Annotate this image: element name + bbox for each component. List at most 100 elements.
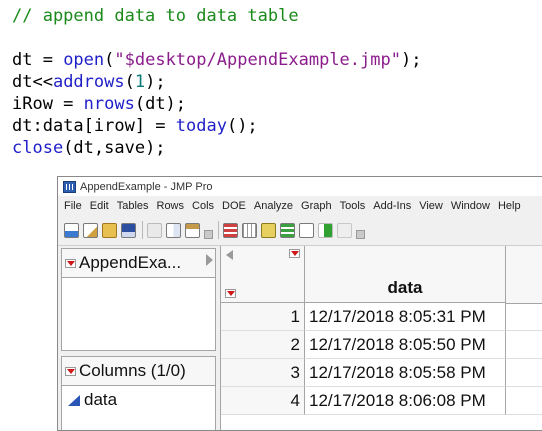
- code-line-comment: // append data to data table: [12, 5, 542, 27]
- red-triangle-menu-icon[interactable]: [65, 258, 76, 268]
- data-grid: data 1 12/17/2018 8:05:31 PM 2 12/17/201…: [220, 246, 542, 430]
- code-token: ();: [226, 116, 258, 136]
- toolbar: [58, 215, 542, 246]
- code-token: dt:data[irow] =: [12, 116, 176, 136]
- menu-tables[interactable]: Tables: [113, 200, 153, 212]
- red-triangle-menu-icon[interactable]: [225, 289, 236, 298]
- new-data-table-icon[interactable]: [64, 222, 79, 238]
- menu-view[interactable]: View: [415, 200, 447, 212]
- columns-list: data: [62, 386, 215, 414]
- fx-icon[interactable]: [299, 222, 314, 238]
- code-token: (: [124, 72, 135, 92]
- jmp-data-table-window: AppendExample - JMP Pro File Edit Tables…: [57, 176, 542, 431]
- menu-edit[interactable]: Edit: [86, 200, 113, 212]
- data-grid-icon[interactable]: [242, 222, 257, 238]
- tables-icon[interactable]: [223, 222, 238, 238]
- code-token: (: [104, 50, 115, 70]
- new-script-icon[interactable]: [83, 222, 98, 238]
- code-function: addrows: [52, 72, 125, 92]
- code-token: dt<<: [12, 72, 53, 92]
- table-row: 3 12/17/2018 8:05:58 PM: [221, 359, 542, 387]
- cut-icon[interactable]: [147, 222, 162, 238]
- stack-icon[interactable]: [280, 222, 295, 238]
- menu-doe[interactable]: DOE: [218, 200, 250, 212]
- code-string: "$desktop/AppendExample.jmp": [114, 50, 401, 70]
- red-triangle-menu-icon[interactable]: [65, 366, 76, 376]
- save-icon[interactable]: [121, 222, 136, 238]
- code-line-open: dt = open("$desktop/AppendExample.jmp");: [12, 49, 542, 71]
- code-function: close: [12, 138, 64, 158]
- toolbar-overflow-icon[interactable]: [204, 230, 213, 239]
- code-line-nrows: iRow = nrows(dt);: [12, 93, 542, 115]
- columns-panel-header[interactable]: Columns (1/0): [62, 357, 215, 386]
- left-pane: AppendExa... Columns (1/0) data: [58, 246, 219, 430]
- menu-add-ins[interactable]: Add-Ins: [369, 200, 415, 212]
- open-icon[interactable]: [102, 222, 117, 238]
- code-token: iRow =: [12, 94, 84, 114]
- paste-icon[interactable]: [185, 222, 200, 238]
- code-function: today: [175, 116, 227, 136]
- data-cell[interactable]: 12/17/2018 8:05:58 PM: [305, 359, 506, 387]
- grid-corner: [221, 246, 305, 303]
- row-number[interactable]: 3: [221, 359, 305, 387]
- menu-window[interactable]: Window: [447, 200, 494, 212]
- data-cell[interactable]: 12/17/2018 8:05:50 PM: [305, 331, 506, 359]
- collapse-icon[interactable]: [206, 254, 213, 266]
- code-token: (dt);: [134, 94, 187, 114]
- red-triangle-menu-icon[interactable]: [289, 249, 300, 258]
- table-name: AppendExa...: [79, 253, 182, 272]
- window-titlebar[interactable]: AppendExample - JMP Pro: [58, 177, 542, 196]
- menu-bar: File Edit Tables Rows Cols DOE Analyze G…: [58, 196, 542, 215]
- code-number: 1: [134, 72, 146, 92]
- columns-panel-title: Columns (1/0): [79, 361, 186, 380]
- table-row: 4 12/17/2018 8:06:08 PM: [221, 387, 542, 415]
- code-token: dt =: [12, 50, 64, 70]
- menu-help[interactable]: Help: [494, 200, 525, 212]
- continuous-column-icon: [68, 394, 80, 406]
- code-function: nrows: [83, 94, 135, 114]
- code-token: (dt,save);: [63, 138, 166, 158]
- empty-cell: [506, 359, 542, 387]
- data-cell[interactable]: 12/17/2018 8:05:31 PM: [305, 303, 506, 331]
- run-icon[interactable]: [318, 222, 333, 238]
- table-row: 1 12/17/2018 8:05:31 PM: [221, 303, 542, 331]
- toolbar-overflow-icon[interactable]: [356, 230, 365, 239]
- table-row: 2 12/17/2018 8:05:50 PM: [221, 331, 542, 359]
- menu-tools[interactable]: Tools: [336, 200, 370, 212]
- code-function: open: [63, 50, 105, 70]
- menu-cols[interactable]: Cols: [188, 200, 218, 212]
- expand-left-icon[interactable]: [226, 250, 233, 260]
- menu-analyze[interactable]: Analyze: [250, 200, 297, 212]
- menu-graph[interactable]: Graph: [297, 200, 336, 212]
- empty-cell: [506, 303, 542, 331]
- copy-icon[interactable]: [166, 222, 181, 238]
- row-number[interactable]: 4: [221, 387, 305, 415]
- row-number[interactable]: 2: [221, 331, 305, 359]
- code-line-addrows: dt<<addrows(1);: [12, 71, 542, 93]
- code-token: );: [400, 50, 422, 70]
- script-editor[interactable]: // append data to data table dt = open("…: [0, 0, 542, 178]
- data-table-icon: [63, 180, 76, 193]
- grid-rows: 1 12/17/2018 8:05:31 PM 2 12/17/2018 8:0…: [221, 303, 542, 415]
- column-name: data: [84, 390, 118, 409]
- code-line-today: dt:data[irow] = today();: [12, 115, 542, 137]
- menu-file[interactable]: File: [58, 200, 86, 212]
- columns-panel: Columns (1/0) data: [61, 356, 216, 430]
- toolbar-separator: [218, 221, 219, 239]
- toolbar-separator: [142, 221, 143, 239]
- column-item-data[interactable]: data: [68, 390, 209, 410]
- data-cell[interactable]: 12/17/2018 8:06:08 PM: [305, 387, 506, 415]
- header-filler: [506, 246, 542, 304]
- row-number[interactable]: 1: [221, 303, 305, 331]
- column-header-data[interactable]: data: [305, 246, 506, 303]
- table-panel-header[interactable]: AppendExa...: [62, 249, 215, 278]
- menu-rows[interactable]: Rows: [153, 200, 189, 212]
- empty-cell: [506, 331, 542, 359]
- empty-cell: [506, 387, 542, 415]
- table-panel: AppendExa...: [61, 248, 216, 351]
- code-token: );: [145, 72, 166, 92]
- edit-icon[interactable]: [337, 222, 352, 238]
- window-title: AppendExample - JMP Pro: [80, 180, 213, 193]
- formula-icon[interactable]: [261, 222, 276, 238]
